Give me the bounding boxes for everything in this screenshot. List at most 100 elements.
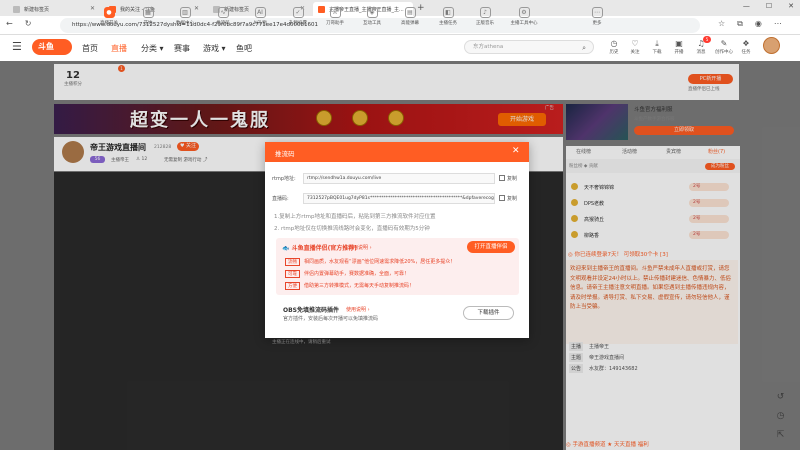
- user-avatar[interactable]: [763, 37, 780, 54]
- favorites-icon[interactable]: ☆: [718, 19, 725, 29]
- tip-2: 2. rtmp地址仅在切换推流线路时会变化，直播码有效期为5分钟: [274, 226, 430, 232]
- tab-title: 新建标签页: [24, 6, 50, 13]
- tool-label: AI礼物: [253, 21, 267, 26]
- interaction-icon: ◈: [366, 7, 378, 18]
- back-icon[interactable]: ←: [6, 19, 13, 28]
- promo-text: 借助第三方转推模式，无需每天手动复制推流码！: [304, 283, 415, 289]
- tool-tasks[interactable]: ◧ 主播任务: [436, 7, 460, 26]
- browser-actions: ☆ ⧉ ◉ ⋯: [718, 19, 782, 29]
- tasks-icon: ◧: [442, 7, 454, 18]
- promo-tag: 流畅: [285, 258, 300, 266]
- tool-label: 主播任务: [439, 21, 457, 26]
- close-icon[interactable]: ✕: [512, 146, 520, 156]
- creator-icon: ✎: [720, 39, 728, 48]
- top-messages-label: 消息: [696, 50, 706, 55]
- copy-label: 复制: [507, 196, 518, 202]
- stream-code-label: 直播码:: [272, 196, 289, 202]
- tool-label: 数据中心: [176, 21, 194, 26]
- stream-code-field[interactable]: 7312527pBQE01ug7dyP81s******************…: [303, 193, 495, 204]
- top-history[interactable]: ◷ 历史: [605, 38, 623, 55]
- ai-icon: AI: [254, 7, 266, 18]
- tool-label: 推流码: [216, 21, 230, 26]
- promo-guide-link[interactable]: 使用说明 ›: [348, 244, 372, 251]
- refresh-icon[interactable]: ↻: [25, 19, 32, 28]
- tool-label: 开始: [143, 21, 153, 26]
- message-badge: 5: [703, 36, 711, 43]
- tool-assistant[interactable]: ⚔ 刀哥助手: [323, 7, 347, 26]
- dialog-header: [265, 142, 529, 162]
- close-window-icon[interactable]: ✕: [788, 2, 794, 10]
- live-switch-icon: ●: [103, 7, 115, 18]
- obs-title: OBS免填推流码插件: [283, 307, 339, 314]
- top-tasks[interactable]: ❖ 任务: [737, 38, 755, 55]
- minimize-icon[interactable]: —: [743, 2, 750, 10]
- search-input[interactable]: 东方athena ⌕: [464, 40, 594, 54]
- rtmp-field[interactable]: rtmp://sendhw1a.douyu.com/live: [303, 173, 495, 184]
- nav-category[interactable]: 分类 ▾: [141, 43, 164, 54]
- heart-icon: ♡: [631, 39, 639, 48]
- nav-category-label: 分类: [141, 44, 157, 53]
- danmaku-icon: ▤: [404, 7, 416, 18]
- music-icon: ♪: [479, 7, 491, 18]
- tool-start[interactable]: ▦ 开始: [136, 7, 160, 26]
- top-broadcast[interactable]: ▣ 开播: [670, 38, 688, 55]
- tool-live-switch[interactable]: ● 直播开关: [97, 7, 121, 26]
- nav-live[interactable]: 直播: [111, 43, 127, 54]
- tool-danmaku[interactable]: ▤ 高能弹幕: [398, 7, 422, 26]
- menu-icon[interactable]: ☰: [12, 40, 22, 53]
- open-companion-button[interactable]: 打开直播伴侣: [467, 241, 515, 253]
- copy-label: 复制: [507, 176, 518, 182]
- tool-gift-vote[interactable]: ✓ 礼物投票: [286, 7, 310, 26]
- tool-more[interactable]: ⋯ 更多: [585, 7, 609, 26]
- douyu-logo[interactable]: 斗鱼: [32, 39, 72, 55]
- tool-label: 更多: [592, 21, 602, 26]
- nav-events[interactable]: 赛事: [174, 43, 190, 54]
- tool-interaction[interactable]: ◈ 互动工具: [360, 7, 384, 26]
- maximize-icon[interactable]: ☐: [766, 2, 772, 10]
- tool-label: 互动工具: [363, 21, 381, 26]
- copy-icon: [499, 195, 505, 201]
- tool-music[interactable]: ♪ 正版音乐: [473, 7, 497, 26]
- wave-icon: ∿: [217, 7, 229, 18]
- page-icon: [13, 5, 20, 13]
- tool-label: 高能弹幕: [401, 21, 419, 26]
- tool-ai-gift[interactable]: AI AI礼物: [248, 7, 272, 26]
- tool-center[interactable]: ⚙ 主播工具中心: [508, 7, 540, 26]
- profile-icon[interactable]: ◉: [755, 19, 762, 29]
- tool-stream-key[interactable]: ∿ 推流码: [211, 7, 235, 26]
- collections-icon[interactable]: ⧉: [737, 19, 743, 29]
- top-creator[interactable]: ✎ 创作中心: [713, 38, 735, 55]
- top-download[interactable]: ⤓ 下载: [648, 38, 666, 55]
- nav-home[interactable]: 首页: [82, 43, 98, 54]
- chart-icon: ▥: [179, 7, 191, 18]
- tool-label: 刀哥助手: [326, 21, 344, 26]
- vote-icon: ✓: [292, 7, 304, 18]
- sword-icon: ⚔: [329, 7, 341, 18]
- download-plugin-button[interactable]: 下载插件: [463, 306, 514, 320]
- tool-data-center[interactable]: ▥ 数据中心: [173, 7, 197, 26]
- promo-title: 🐟 斗鱼直播伴侣(官方推荐): [282, 243, 357, 252]
- douyu-fish-icon: 🐟: [282, 245, 292, 252]
- browser-tab[interactable]: 新建标签页 ✕: [8, 2, 100, 16]
- close-icon[interactable]: ✕: [90, 5, 95, 12]
- rtmp-label: rtmp地址:: [272, 176, 296, 182]
- search-placeholder: 东方athena: [473, 44, 504, 50]
- top-broadcast-label: 开播: [674, 50, 684, 55]
- promo-tag: 可靠: [285, 270, 300, 278]
- obs-guide-link[interactable]: 使用说明 ›: [346, 306, 370, 313]
- more-icon[interactable]: ⋯: [774, 19, 782, 29]
- promo-row: 可靠 伴侣内置弹幕助手，赛数据准确，全面，可靠！: [285, 270, 409, 278]
- nav-games[interactable]: 游戏 ▾: [203, 43, 226, 54]
- tool-label: 礼物投票: [289, 21, 307, 26]
- tool-label: 直播开关: [100, 21, 118, 26]
- search-icon[interactable]: ⌕: [582, 42, 586, 54]
- nav-yuba[interactable]: 鱼吧: [236, 43, 252, 54]
- toolbox-icon: ⚙: [518, 7, 530, 18]
- top-tasks-label: 任务: [741, 50, 751, 55]
- copy-code-button[interactable]: 复制: [499, 195, 517, 202]
- window-controls: — ☐ ✕: [743, 2, 794, 10]
- top-history-label: 历史: [609, 50, 619, 55]
- dialog-title: 推流码: [275, 150, 295, 158]
- copy-rtmp-button[interactable]: 复制: [499, 175, 517, 182]
- top-follow[interactable]: ♡ 关注: [626, 38, 644, 55]
